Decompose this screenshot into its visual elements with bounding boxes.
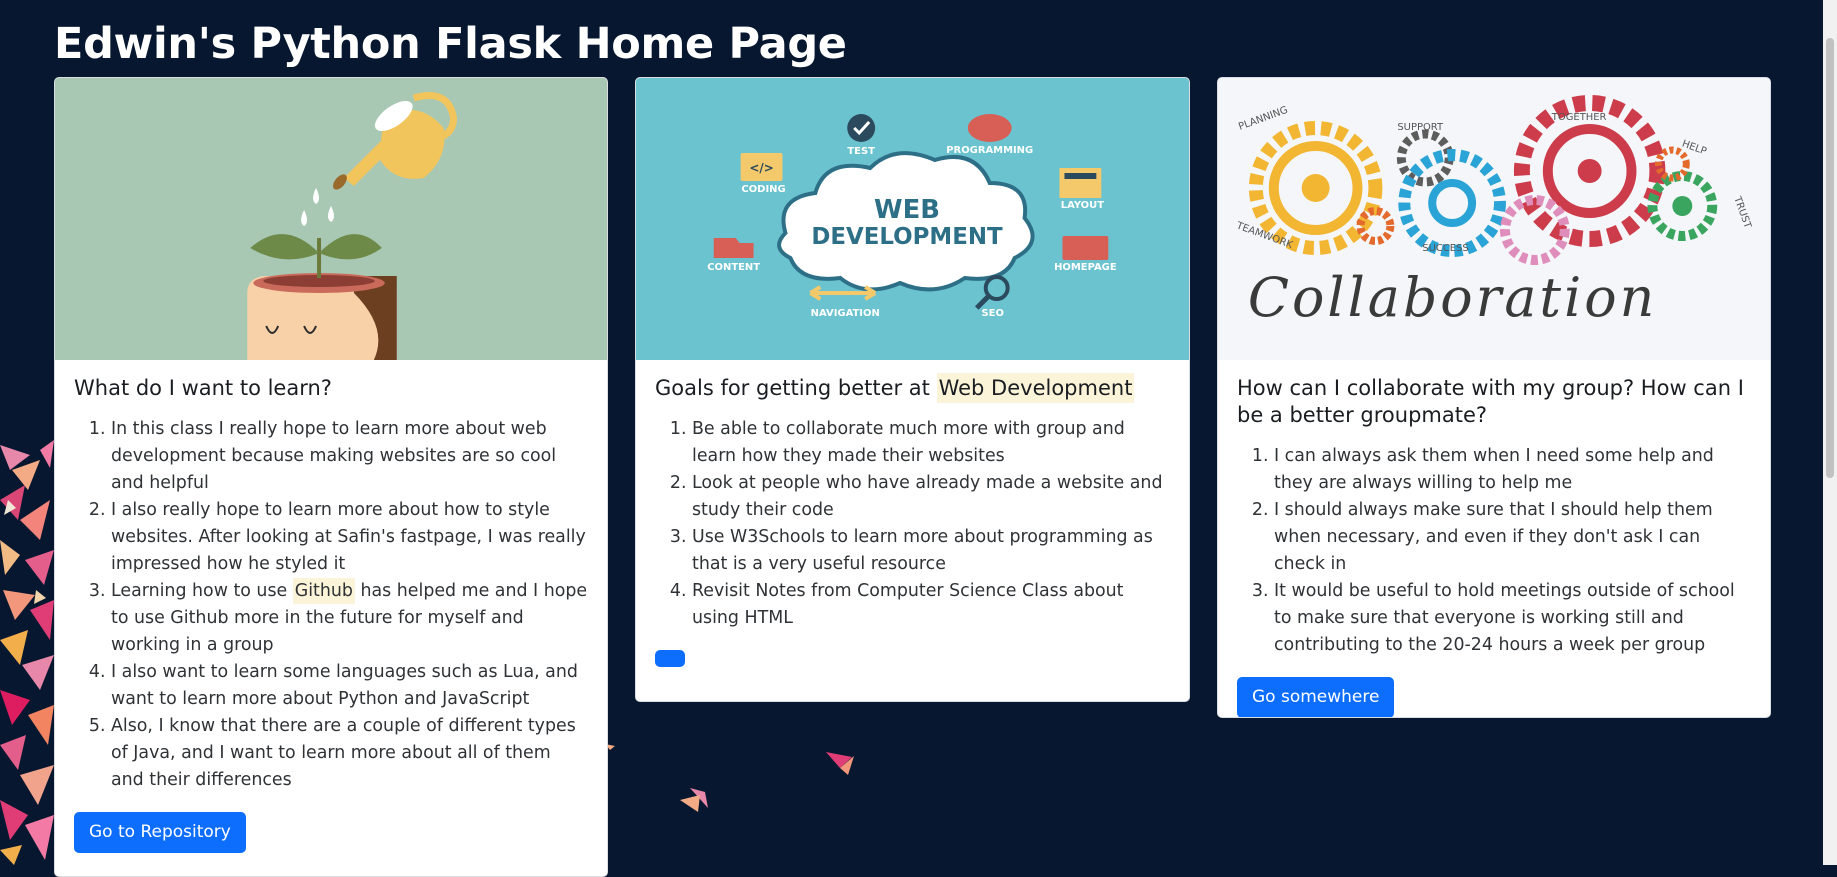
web-label: SEO	[981, 308, 1003, 319]
collab-label: SUCCESS	[1422, 243, 1468, 254]
go-to-repository-button[interactable]: Go to Repository	[74, 812, 246, 853]
card-title-text: Goals for getting better at	[655, 376, 937, 400]
go-somewhere-button[interactable]: Go somewhere	[1237, 677, 1395, 717]
scrollbar-thumb[interactable]	[1826, 38, 1834, 478]
web-label: NAVIGATION	[811, 308, 880, 319]
list-item: I also want to learn some languages such…	[111, 659, 588, 713]
highlighted-text: Web Development	[936, 373, 1135, 403]
goals-list: Be able to collaborate much more with gr…	[655, 416, 1170, 632]
learn-list: In this class I really hope to learn mor…	[74, 416, 588, 794]
list-item: Learning how to use Github has helped me…	[111, 578, 588, 659]
card-title: What do I want to learn?	[74, 376, 332, 400]
web-label: TEST	[847, 146, 875, 157]
web-label: CONTENT	[707, 262, 760, 273]
list-item: I should always make sure that I should …	[1274, 497, 1751, 578]
collaboration-word: Collaboration	[1248, 266, 1657, 329]
web-title-line2: DEVELOPMENT	[811, 224, 1003, 250]
list-item: Also, I know that there are a couple of …	[111, 713, 588, 794]
list-item: In this class I really hope to learn mor…	[111, 416, 588, 497]
highlighted-text: Github	[292, 578, 355, 604]
list-item: I can always ask them when I need some h…	[1274, 443, 1751, 497]
card-title: How can I collaborate with my group? How…	[1237, 376, 1744, 427]
card-image-collaboration: PLANNING SUPPORT TOGETHER HELP TRUST TEA…	[1218, 78, 1770, 360]
list-item: It would be useful to hold meetings outs…	[1274, 578, 1751, 659]
card-title: Goals for getting better at Web Developm…	[655, 373, 1170, 403]
list-item: I also really hope to learn more about h…	[111, 497, 588, 578]
web-label: CODING	[741, 184, 785, 195]
list-item: Revisit Notes from Computer Science Clas…	[692, 578, 1170, 632]
card-web-development: WEB DEVELOPMENT TEST PROGRAMMING </> COD…	[635, 77, 1190, 702]
list-item: Use W3Schools to learn more about progra…	[692, 524, 1170, 578]
collab-label: TOGETHER	[1551, 112, 1607, 123]
card-learn: What do I want to learn? In this class I…	[54, 77, 608, 877]
web-label: HOMEPAGE	[1054, 262, 1117, 273]
list-item: Be able to collaborate much more with gr…	[692, 416, 1170, 470]
page-title: Edwin's Python Flask Home Page	[54, 19, 847, 69]
web-title-line1: WEB	[874, 195, 940, 225]
list-item-text: Learning how to use	[111, 581, 293, 601]
empty-button[interactable]	[655, 650, 685, 667]
web-label: PROGRAMMING	[946, 145, 1033, 156]
vertical-scrollbar[interactable]	[1823, 0, 1837, 865]
code-tag: </>	[749, 161, 773, 175]
card-image-web-development: WEB DEVELOPMENT TEST PROGRAMMING </> COD…	[636, 78, 1189, 360]
web-label: LAYOUT	[1061, 200, 1104, 211]
card-image-growth	[55, 78, 607, 360]
card-collaboration: PLANNING SUPPORT TOGETHER HELP TRUST TEA…	[1217, 77, 1771, 718]
collaboration-list: I can always ask them when I need some h…	[1237, 443, 1751, 659]
collab-label: SUPPORT	[1397, 122, 1444, 133]
list-item: Look at people who have already made a w…	[692, 470, 1170, 524]
